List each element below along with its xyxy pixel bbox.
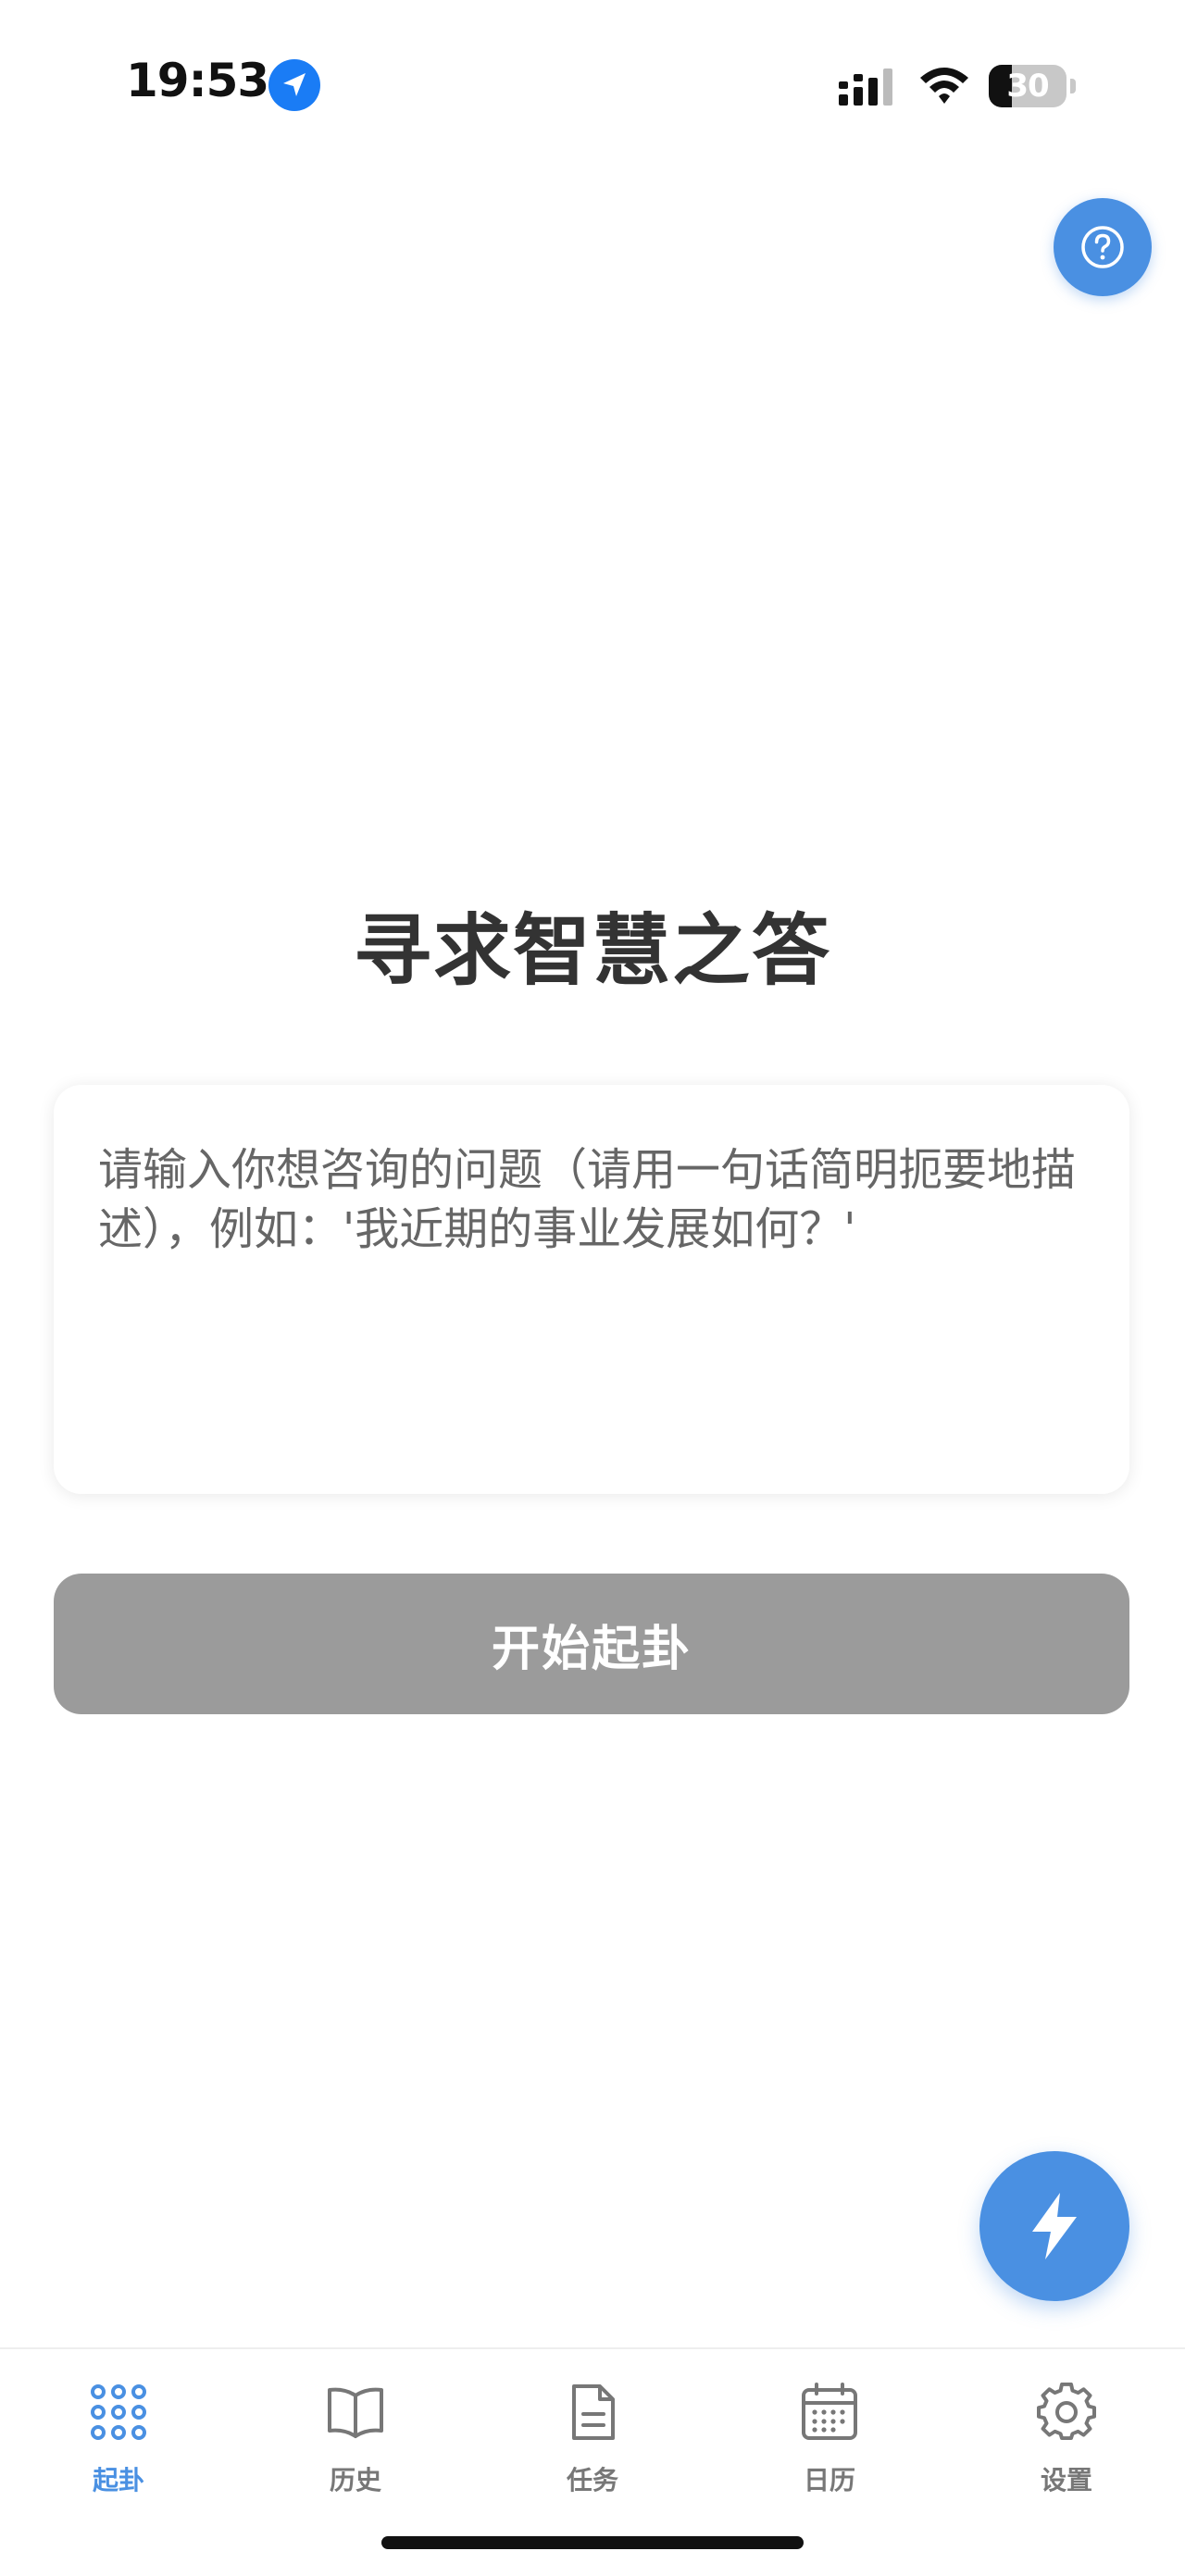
document-icon [572,2384,615,2440]
battery-percentage: 30 [1006,68,1049,105]
battery-tip [1070,79,1076,93]
tab-divination[interactable]: 起卦 [0,2368,237,2507]
gear-icon [1037,2383,1096,2441]
question-input[interactable] [54,1085,1129,1494]
tab-label: 任务 [566,2465,618,2495]
tab-settings[interactable]: 设置 [948,2368,1185,2507]
question-circle-icon [1081,226,1124,268]
lightning-bolt-icon [1032,2193,1077,2259]
tab-tasks[interactable]: 任务 [474,2368,711,2507]
help-button[interactable] [1054,198,1152,296]
page-title: 寻求智慧之答 [353,905,831,996]
cellular-signal-icon [839,68,892,106]
tab-label: 日历 [803,2465,855,2495]
tab-calendar[interactable]: 日历 [711,2368,948,2507]
wifi-icon [920,68,968,104]
battery-icon: 30 [989,65,1076,107]
home-indicator[interactable] [381,2536,804,2549]
calendar-icon [802,2383,857,2440]
status-time: 19:53 [126,54,269,107]
tab-label: 设置 [1040,2465,1092,2495]
start-divination-button[interactable]: 开始起卦 [54,1574,1129,1714]
tab-label: 历史 [329,2465,381,2495]
question-card [54,1085,1129,1494]
open-book-icon [328,2387,383,2438]
location-arrow-icon [268,59,320,111]
grid-dots-icon [91,2384,146,2440]
status-bar: 19:53 30 [0,0,1185,176]
quick-action-button[interactable] [979,2151,1129,2301]
tab-history[interactable]: 历史 [237,2368,474,2507]
tab-label: 起卦 [92,2465,144,2495]
battery-body: 30 [989,65,1066,107]
